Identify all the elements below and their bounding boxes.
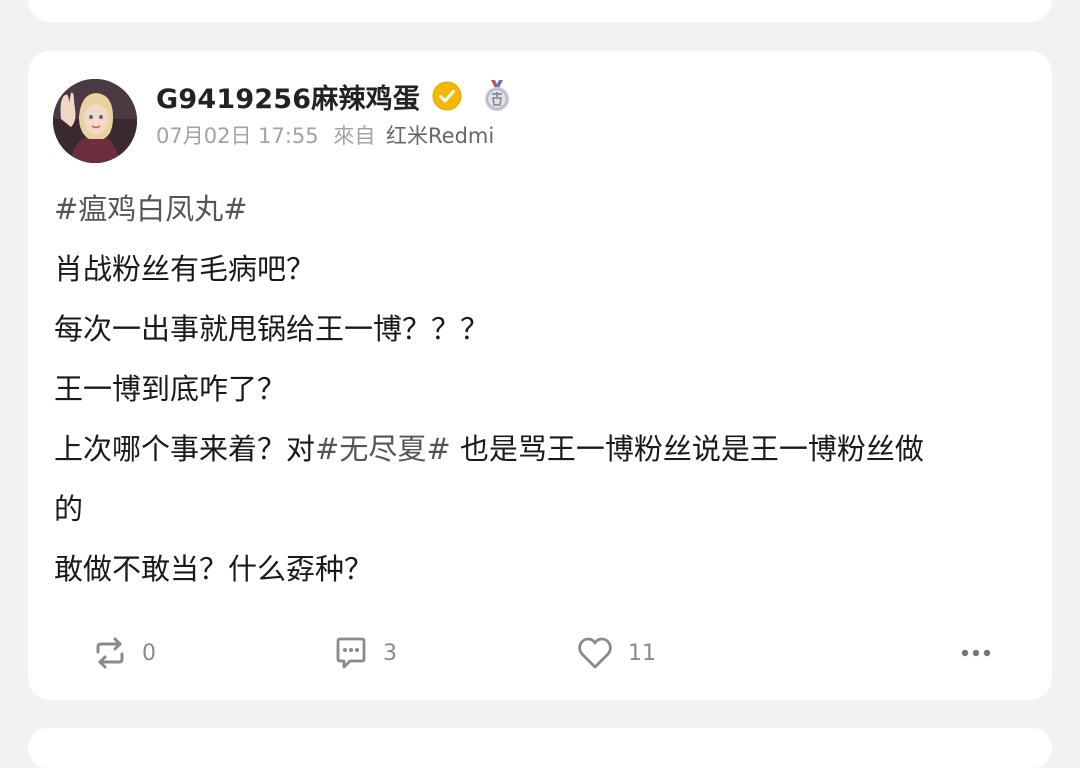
post-meta: 07月02日 17:55 來自 红米Redmi: [156, 120, 494, 150]
content-line: 每次一出事就甩锅给王一博？？？: [54, 312, 490, 346]
avatar-image: [53, 79, 137, 163]
verified-icon: [432, 81, 462, 111]
content-line: 王一博到底咋了？: [54, 372, 287, 406]
next-post-card: [28, 728, 1052, 768]
source-label: 來自: [333, 124, 376, 148]
post-content: #瘟鸡白凤丸# 肖战粉丝有毛病吧？ 每次一出事就甩锅给王一博？？？ 王一博到底咋…: [54, 179, 1014, 599]
device-name[interactable]: 红米Redmi: [386, 124, 494, 148]
username-row: G9419256麻辣鸡蛋: [156, 77, 512, 115]
content-line: 的: [54, 492, 84, 526]
more-icon: [961, 649, 991, 657]
post-date: 07月02日 17:55: [156, 124, 319, 148]
comment-button[interactable]: 3: [333, 629, 397, 677]
hashtag-link[interactable]: #瘟鸡白凤丸#: [54, 192, 248, 226]
content-line: 肖战粉丝有毛病吧？: [54, 252, 316, 286]
like-button[interactable]: 11: [576, 629, 656, 677]
heart-icon: [578, 637, 612, 669]
repost-icon: [96, 637, 124, 669]
avatar[interactable]: [53, 79, 137, 163]
like-count: 11: [628, 640, 656, 666]
repost-button[interactable]: 0: [92, 629, 156, 677]
username[interactable]: G9419256麻辣鸡蛋: [156, 77, 420, 116]
repost-count: 0: [142, 640, 156, 666]
medal-icon[interactable]: [482, 79, 512, 113]
post-card[interactable]: G9419256麻辣鸡蛋 07月02日 17:55 來自 红米Redmi #瘟鸡…: [28, 51, 1052, 700]
more-button[interactable]: [960, 629, 992, 677]
previous-post-card: [28, 0, 1052, 22]
hashtag-link[interactable]: #无尽夏#: [315, 432, 451, 466]
content-line: 敢做不敢当？什么孬种？: [54, 552, 374, 586]
content-line: #瘟鸡白凤丸#: [54, 179, 1014, 239]
action-bar: 0 3 11: [28, 629, 1052, 677]
comment-count: 3: [383, 640, 397, 666]
content-text: 上次哪个事来着？对: [54, 432, 316, 466]
content-line: 上次哪个事来着？对#无尽夏# 也是骂王一博粉丝说是王一博粉丝做: [54, 419, 1014, 479]
content-text: 也是骂王一博粉丝说是王一博粉丝做: [450, 432, 924, 466]
comment-icon: [336, 637, 366, 669]
